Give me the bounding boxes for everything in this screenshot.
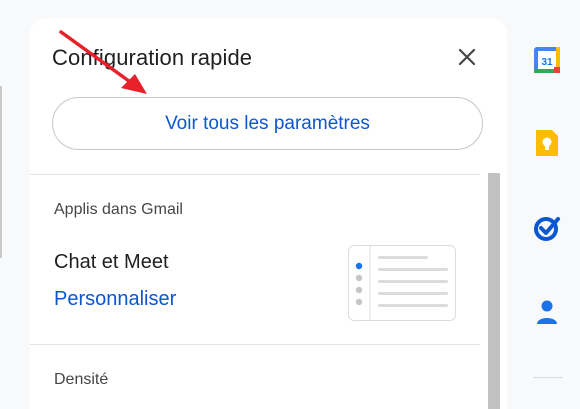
- density-section-label: Densité: [54, 371, 109, 388]
- panel-title: Configuration rapide: [52, 45, 253, 70]
- apps-section-label: Applis dans Gmail: [54, 201, 183, 218]
- google-tasks-icon: [534, 217, 560, 241]
- close-button[interactable]: [453, 43, 481, 71]
- google-keep-icon: [536, 130, 558, 156]
- google-keep-button[interactable]: [531, 127, 563, 159]
- google-calendar-icon: 31: [534, 47, 560, 73]
- google-calendar-button[interactable]: 31: [531, 44, 563, 76]
- layout-preview-illustration: [355, 246, 448, 320]
- chat-meet-preview-image: [348, 245, 456, 321]
- chat-meet-title: Chat et Meet: [54, 251, 169, 273]
- section-divider: [30, 344, 480, 345]
- scrollbar[interactable]: [488, 173, 500, 409]
- svg-text:31: 31: [541, 57, 553, 68]
- quick-settings-panel: Configuration rapide Voir tous les param…: [30, 18, 507, 409]
- google-contacts-icon: [537, 300, 557, 324]
- customize-link[interactable]: Personnaliser: [54, 288, 176, 311]
- gmail-background-strip: [0, 0, 30, 409]
- google-tasks-button[interactable]: [531, 212, 563, 244]
- see-all-settings-button[interactable]: Voir tous les paramètres: [52, 97, 483, 150]
- section-divider: [30, 174, 480, 175]
- background-divider: [0, 86, 2, 258]
- rail-divider: [533, 377, 563, 378]
- close-icon: [458, 48, 476, 66]
- google-contacts-button[interactable]: [531, 296, 563, 328]
